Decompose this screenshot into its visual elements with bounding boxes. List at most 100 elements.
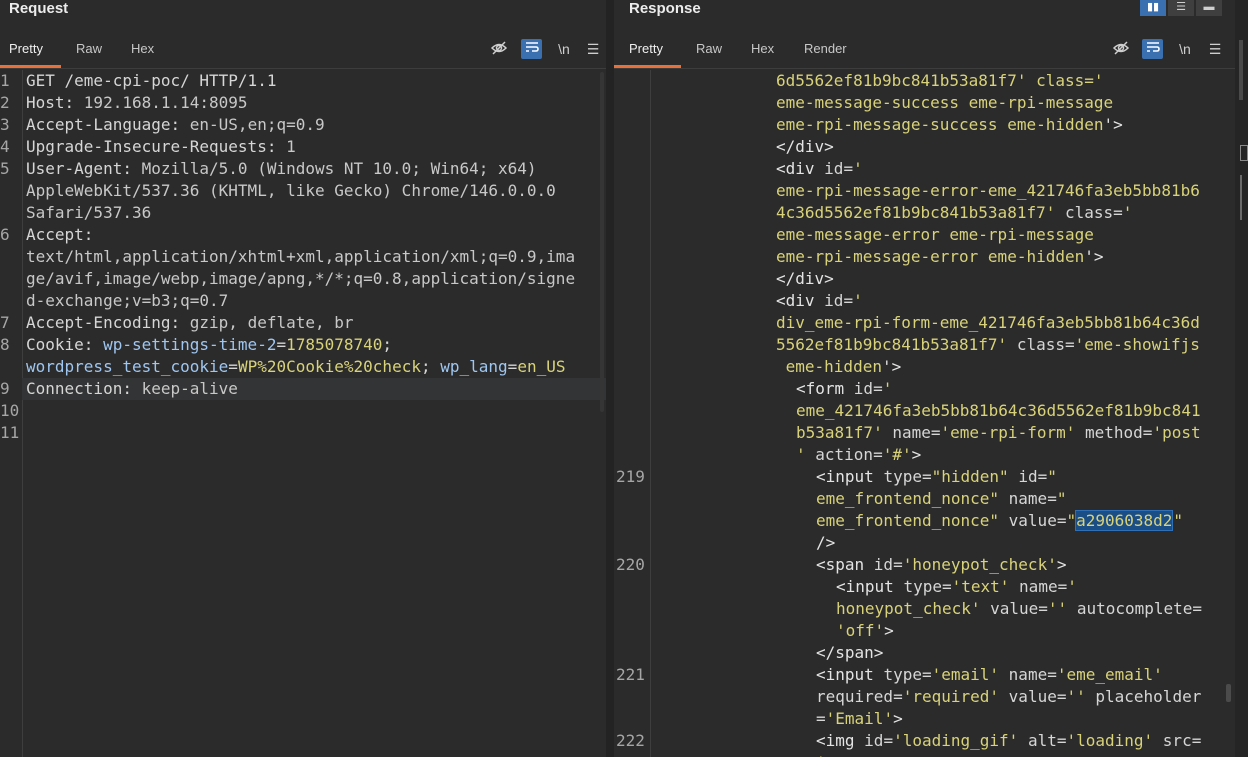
code-token: 'post bbox=[1152, 423, 1201, 442]
newline-icon[interactable]: \n bbox=[553, 39, 575, 59]
code-line[interactable]: required='required' value='' placeholder bbox=[614, 686, 1235, 708]
pane-splitter[interactable] bbox=[606, 0, 614, 757]
code-line[interactable]: eme_421746fa3eb5bb81b64c36d5562ef81b9bc8… bbox=[614, 400, 1235, 422]
code-token: eme_421746fa3eb5bb81b64c36d5562ef81b9bc8… bbox=[796, 401, 1201, 420]
code-line[interactable]: 220 <span id='honeypot_check'> bbox=[614, 554, 1235, 576]
code-line[interactable]: 9 Connection: keep-alive bbox=[0, 378, 606, 400]
code-line[interactable]: 3 Accept-Language: en-US,en;q=0.9 bbox=[0, 114, 606, 136]
code-token: wp-settings-time-2 bbox=[103, 335, 277, 354]
code-line[interactable]: 1 GET /eme-cpi-poc/ HTTP/1.1 bbox=[0, 70, 606, 92]
code-line[interactable]: ='Email'> bbox=[614, 708, 1235, 730]
code-line[interactable]: <input type='text' name=' bbox=[614, 576, 1235, 598]
code-line[interactable]: 4c36d5562ef81b9bc841b53a81f7' class=' bbox=[614, 202, 1235, 224]
code-token: 6d5562ef81b9bc841b53a81f7' class=' bbox=[776, 71, 1104, 90]
response-tab-render[interactable]: Render bbox=[804, 42, 847, 56]
code-token: ' bbox=[816, 753, 826, 757]
line-text: 4c36d5562ef81b9bc841b53a81f7' class=' bbox=[776, 202, 1132, 224]
hide-icon[interactable] bbox=[1110, 39, 1132, 59]
code-line[interactable]: 5562ef81b9bc841b53a81f7' class='eme-show… bbox=[614, 334, 1235, 356]
newline-icon[interactable]: \n bbox=[1174, 39, 1196, 59]
code-line[interactable]: 221 <input type='email' name='eme_email' bbox=[614, 664, 1235, 686]
wrap-icon[interactable] bbox=[1142, 39, 1163, 59]
code-line[interactable]: eme_frontend_nonce" value="a2906038d2" bbox=[614, 510, 1235, 532]
code-line[interactable]: 4 Upgrade-Insecure-Requests: 1 bbox=[0, 136, 606, 158]
code-line[interactable]: /> bbox=[614, 532, 1235, 554]
response-editor[interactable]: 6d5562ef81b9bc841b53a81f7' class=' eme-me… bbox=[614, 70, 1235, 757]
code-line[interactable]: 219 <input type="hidden" id=" bbox=[614, 466, 1235, 488]
code-token: /> bbox=[816, 533, 836, 552]
code-line[interactable]: 222 <img id='loading_gif' alt='loading' s… bbox=[614, 730, 1235, 752]
code-line[interactable]: b53a81f7' name='eme-rpi-form' method='po… bbox=[614, 422, 1235, 444]
code-line[interactable]: </span> bbox=[614, 642, 1235, 664]
code-line[interactable]: <div id=' bbox=[614, 158, 1235, 180]
hide-icon[interactable] bbox=[488, 39, 510, 59]
code-line[interactable]: 6 Accept: bbox=[0, 224, 606, 246]
code-line[interactable]: eme-rpi-message-error eme-hidden'> bbox=[614, 246, 1235, 268]
code-line[interactable]: text/html,application/xhtml+xml,applicat… bbox=[0, 246, 606, 268]
code-token: value= bbox=[1008, 687, 1067, 706]
code-line[interactable]: </div> bbox=[614, 268, 1235, 290]
code-line[interactable]: ' bbox=[614, 752, 1235, 757]
request-scrollbar[interactable] bbox=[600, 72, 604, 412]
response-tab-raw[interactable]: Raw bbox=[696, 42, 722, 56]
code-token: " bbox=[1173, 511, 1184, 530]
code-line[interactable]: div_eme-rpi-form-eme_421746fa3eb5bb81b64… bbox=[614, 312, 1235, 334]
code-token: 'required' bbox=[902, 687, 1009, 706]
code-line[interactable]: eme-message-error eme-rpi-message bbox=[614, 224, 1235, 246]
code-token: 5562ef81b9bc841b53a81f7' bbox=[776, 335, 1017, 354]
code-line[interactable]: 8 Cookie: wp-settings-time-2=1785078740; bbox=[0, 334, 606, 356]
menu-icon[interactable]: ☰ bbox=[583, 39, 603, 59]
code-line[interactable]: d-exchange;v=b3;q=0.7 bbox=[0, 290, 606, 312]
code-line[interactable]: 7 Accept-Encoding: gzip, deflate, br bbox=[0, 312, 606, 334]
code-token: " bbox=[1066, 511, 1077, 530]
code-line[interactable]: ge/avif,image/webp,image/apng,*/*;q=0.8,… bbox=[0, 268, 606, 290]
code-line[interactable]: </div> bbox=[614, 136, 1235, 158]
code-token: Accept-Language: bbox=[26, 115, 190, 134]
layout-stacked-icon[interactable]: ☰ bbox=[1168, 0, 1194, 16]
code-token: ge/avif,image/webp,image/apng,*/*;q=0.8,… bbox=[26, 269, 576, 288]
code-token: eme-rpi-message-success eme-hidden bbox=[776, 115, 1104, 134]
request-tab-pretty[interactable]: Pretty bbox=[9, 42, 43, 56]
layout-side-by-side-icon[interactable]: ▮▮ bbox=[1140, 0, 1166, 16]
code-token: > bbox=[884, 621, 894, 640]
code-token: AppleWebKit/537.36 (KHTML, like Gecko) C… bbox=[26, 181, 556, 200]
response-scrollbar-thumb[interactable] bbox=[1226, 684, 1231, 702]
code-token: autocomplete= bbox=[1076, 599, 1203, 618]
code-line[interactable]: eme-hidden'> bbox=[614, 356, 1235, 378]
response-tab-pretty[interactable]: Pretty bbox=[629, 42, 663, 56]
line-text: ='Email'> bbox=[816, 708, 903, 730]
code-line[interactable]: 10 bbox=[0, 400, 606, 422]
code-line[interactable]: 5 User-Agent: Mozilla/5.0 (Windows NT 10.… bbox=[0, 158, 606, 180]
wrap-icon[interactable] bbox=[521, 39, 542, 59]
code-line[interactable]: eme-rpi-message-success eme-hidden'> bbox=[614, 114, 1235, 136]
code-line[interactable]: 11 bbox=[0, 422, 606, 444]
menu-icon[interactable]: ☰ bbox=[1205, 39, 1225, 59]
request-tab-raw[interactable]: Raw bbox=[76, 42, 102, 56]
code-line[interactable]: wordpress_test_cookie=WP%20Cookie%20chec… bbox=[0, 356, 606, 378]
code-token: id= bbox=[824, 291, 854, 310]
code-line[interactable]: Safari/537.36 bbox=[0, 202, 606, 224]
request-editor[interactable]: 1 GET /eme-cpi-poc/ HTTP/1.1 2 Host: 192.16… bbox=[0, 70, 606, 757]
line-text: Accept: bbox=[26, 224, 103, 246]
code-line[interactable]: <form id=' bbox=[614, 378, 1235, 400]
line-text: /> bbox=[816, 532, 835, 554]
request-tab-hex[interactable]: Hex bbox=[131, 42, 154, 56]
code-token: en-US,en;q=0.9 bbox=[189, 115, 325, 134]
code-line[interactable]: 6d5562ef81b9bc841b53a81f7' class=' bbox=[614, 70, 1235, 92]
code-line[interactable]: 2 Host: 192.168.1.14:8095 bbox=[0, 92, 606, 114]
code-line[interactable]: <div id=' bbox=[614, 290, 1235, 312]
code-line[interactable]: eme-rpi-message-error-eme_421746fa3eb5bb… bbox=[614, 180, 1235, 202]
line-text: eme-rpi-message-success eme-hidden'> bbox=[776, 114, 1123, 136]
code-line[interactable]: 'off'> bbox=[614, 620, 1235, 642]
response-tab-hex[interactable]: Hex bbox=[751, 42, 774, 56]
layout-single-icon[interactable]: ▬ bbox=[1196, 0, 1222, 16]
code-token: eme-message-error eme-rpi-message bbox=[776, 225, 1094, 244]
code-token: ' bbox=[1122, 203, 1133, 222]
code-line[interactable]: ' action='#'> bbox=[614, 444, 1235, 466]
code-line[interactable]: AppleWebKit/537.36 (KHTML, like Gecko) C… bbox=[0, 180, 606, 202]
code-token: div_eme-rpi-form-eme_421746fa3eb5bb81b64… bbox=[776, 313, 1200, 332]
code-line[interactable]: eme-message-success eme-rpi-message bbox=[614, 92, 1235, 114]
code-line[interactable]: honeypot_check' value='' autocomplete= bbox=[614, 598, 1235, 620]
line-text: Cookie: wp-settings-time-2=1785078740; bbox=[26, 334, 392, 356]
code-line[interactable]: eme_frontend_nonce" name=" bbox=[614, 488, 1235, 510]
